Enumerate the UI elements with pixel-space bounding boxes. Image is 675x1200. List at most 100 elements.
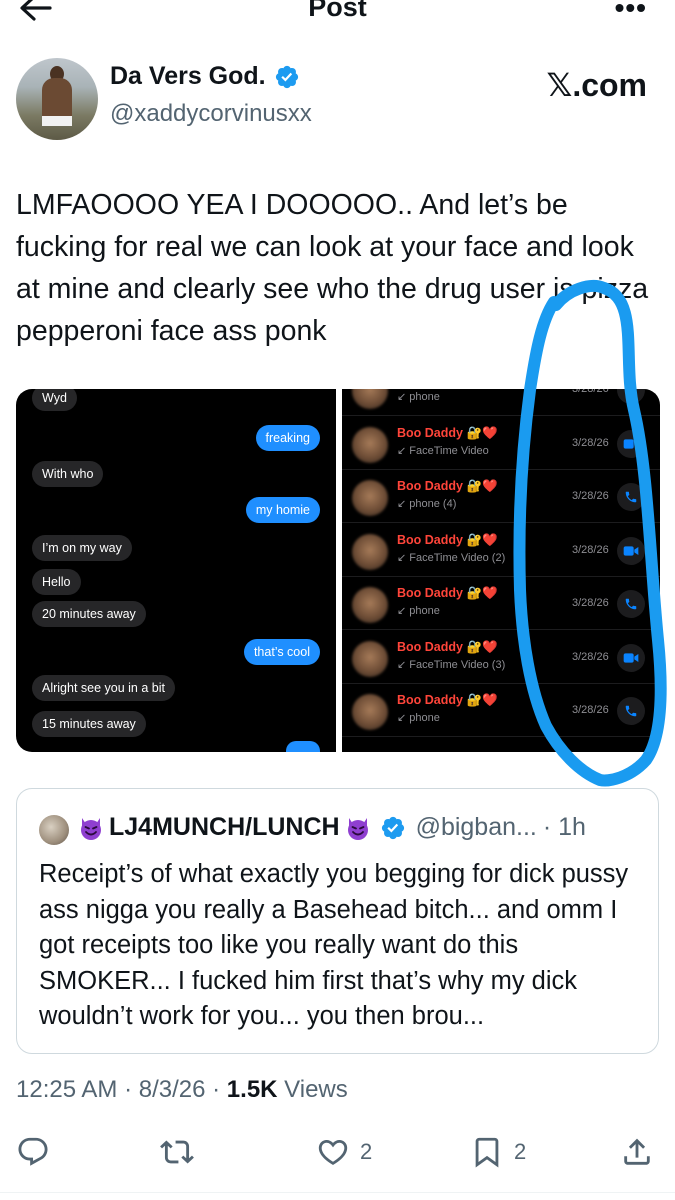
received-message-bubble: 20 minutes away — [32, 601, 146, 627]
contact-avatar — [352, 426, 388, 463]
sent-message-bubble: that’s cool — [243, 639, 320, 665]
reply-icon — [18, 1137, 48, 1166]
top-bar: Post ••• — [0, 0, 675, 30]
sent-message-bubble: my homie — [245, 497, 320, 523]
quoted-author-handle: @bigban... — [415, 813, 537, 841]
call-type-label: ↙ phone — [397, 605, 440, 617]
contact-name: Boo Daddy 🔐❤️ — [397, 425, 498, 440]
call-log-screenshot[interactable]: ↙ phone 3/28/26 Boo Daddy 🔐❤️ ↙ FaceTime Vi… — [342, 389, 660, 752]
call-date: 3/28/26 — [572, 650, 609, 663]
call-log-row[interactable]: Boo Daddy 🔐❤️ ↙ FaceTime Video (3) 3/28/26 — [342, 631, 660, 684]
repost-icon — [160, 1140, 194, 1164]
post-timestamp[interactable]: 12:25 AM · 8/3/26 · — [16, 1076, 227, 1103]
repost-button[interactable] — [160, 1130, 194, 1174]
smiling-devil-emoji-icon — [81, 817, 101, 840]
facetime-video-button[interactable] — [617, 429, 645, 458]
phone-icon — [625, 705, 637, 717]
call-type-label: ↙ phone — [397, 712, 440, 724]
author-avatar[interactable] — [16, 58, 98, 140]
received-message-bubble: Hello — [32, 569, 81, 595]
x-com-watermark: 𝕏.com — [546, 67, 647, 103]
received-message-bubble: With who — [32, 461, 104, 487]
quoted-author-name: LJ4MUNCH/LUNCH — [109, 813, 340, 841]
contact-avatar — [352, 640, 388, 677]
page-title: Post — [308, 0, 367, 22]
call-date: 3/28/26 — [572, 597, 609, 609]
sent-message-bubble: freaking — [255, 425, 320, 451]
call-type-label: ↙ FaceTime Video (2) — [397, 551, 506, 564]
views-count: 1.5K — [226, 1076, 278, 1103]
sent-message-bubble — [286, 741, 320, 752]
action-bar: 2 2 — [0, 1130, 675, 1174]
call-type-label: ↙ phone — [397, 391, 440, 403]
quoted-post-text: Receipt’s of what exactly you begging fo… — [39, 860, 629, 1030]
call-date: 3/28/26 — [572, 436, 609, 449]
quoted-post[interactable]: LJ4MUNCH/LUNCH @bigban... · 1h Receipt’s… — [16, 788, 659, 1054]
smiling-devil-emoji-icon — [347, 817, 368, 840]
phone-icon — [625, 491, 637, 503]
bookmark-icon — [475, 1137, 499, 1168]
received-message-bubble: Alright see you in a bit — [32, 675, 175, 701]
phone-call-button[interactable] — [617, 697, 645, 725]
imessage-screenshot[interactable]: Wyd freaking With who my homie I’m on my way… — [16, 389, 336, 752]
share-button[interactable] — [620, 1130, 654, 1174]
contact-name: Boo Daddy 🔐❤️ — [397, 532, 498, 547]
phone-icon — [626, 389, 637, 396]
video-icon — [623, 652, 639, 663]
call-type-label: ↙ FaceTime Video (3) — [397, 658, 506, 671]
call-type-label: ↙ FaceTime Video — [397, 444, 489, 457]
facetime-video-button[interactable] — [617, 643, 645, 672]
contact-name: Boo Daddy 🔐❤️ — [397, 639, 498, 654]
author-name[interactable]: Da Vers God. — [110, 62, 266, 91]
more-options-button[interactable]: ••• — [615, 0, 647, 24]
divider — [0, 1192, 675, 1193]
bookmark-count: 2 — [514, 1139, 527, 1164]
post-text: LMFAOOOO YEA I DOOOOO.. And let’s be fuc… — [16, 189, 649, 347]
phone-icon — [625, 598, 637, 610]
contact-avatar — [352, 389, 388, 409]
post-media[interactable]: Wyd freaking With who my homie I’m on my way… — [16, 389, 660, 752]
quoted-author-row: LJ4MUNCH/LUNCH @bigban... · 1h — [77, 813, 586, 842]
author-handle[interactable]: @xaddycorvinusxx — [110, 100, 312, 128]
quoted-author-avatar — [39, 815, 69, 845]
post-meta: 12:25 AM · 8/3/26 · 1.5K Views — [16, 1076, 348, 1104]
contact-name: Boo Daddy 🔐❤️ — [397, 693, 498, 707]
facetime-video-button[interactable] — [617, 536, 645, 565]
received-message-bubble: I’m on my way — [32, 535, 132, 561]
reply-button[interactable] — [16, 1130, 50, 1174]
call-log-row[interactable]: Boo Daddy 🔐❤️ ↙ FaceTime Video 3/28/26 — [342, 417, 660, 470]
contact-avatar — [352, 480, 388, 516]
call-type-label: ↙ phone (4) — [397, 498, 457, 510]
heart-icon — [318, 1139, 348, 1165]
contact-avatar — [352, 694, 388, 730]
phone-call-button[interactable] — [617, 483, 645, 511]
call-date: 3/28/26 — [572, 704, 609, 716]
call-log-row[interactable]: Boo Daddy 🔐❤️ ↙ phone 3/28/26 — [342, 577, 660, 630]
share-icon — [624, 1138, 650, 1165]
call-log-row[interactable]: ↙ phone 3/28/26 — [342, 389, 660, 416]
contact-name: Boo Daddy 🔐❤️ — [397, 586, 498, 600]
contact-avatar — [352, 533, 388, 570]
call-date: 3/28/26 — [572, 490, 609, 502]
quoted-post-time: · 1h — [542, 813, 586, 841]
received-message-bubble: Wyd — [32, 389, 77, 411]
contact-name: Boo Daddy 🔐❤️ — [397, 479, 498, 493]
like-button[interactable]: 2 — [316, 1130, 372, 1174]
call-date: 3/28/26 — [572, 389, 609, 395]
call-log-row[interactable]: Boo Daddy 🔐❤️ ↙ phone 3/28/26 — [342, 684, 660, 737]
video-icon — [623, 438, 639, 449]
contact-avatar — [352, 587, 388, 623]
views-label: Views — [277, 1076, 348, 1103]
call-log-row[interactable]: Boo Daddy 🔐❤️ ↙ phone (4) 3/28/26 — [342, 470, 660, 523]
phone-call-button[interactable] — [617, 590, 645, 618]
like-count: 2 — [360, 1139, 373, 1164]
received-message-bubble: 15 minutes away — [32, 711, 146, 737]
author-name-row[interactable]: Da Vers God. — [110, 62, 300, 91]
phone-call-button[interactable] — [617, 389, 645, 404]
video-icon — [623, 545, 639, 556]
call-log-row[interactable]: Boo Daddy 🔐❤️ ↙ FaceTime Video (2) 3/28/26 — [342, 524, 660, 577]
bookmark-button[interactable]: 2 — [470, 1130, 526, 1174]
verified-badge-icon — [381, 816, 404, 839]
call-date: 3/28/26 — [572, 543, 609, 556]
verified-badge-icon — [275, 65, 298, 88]
